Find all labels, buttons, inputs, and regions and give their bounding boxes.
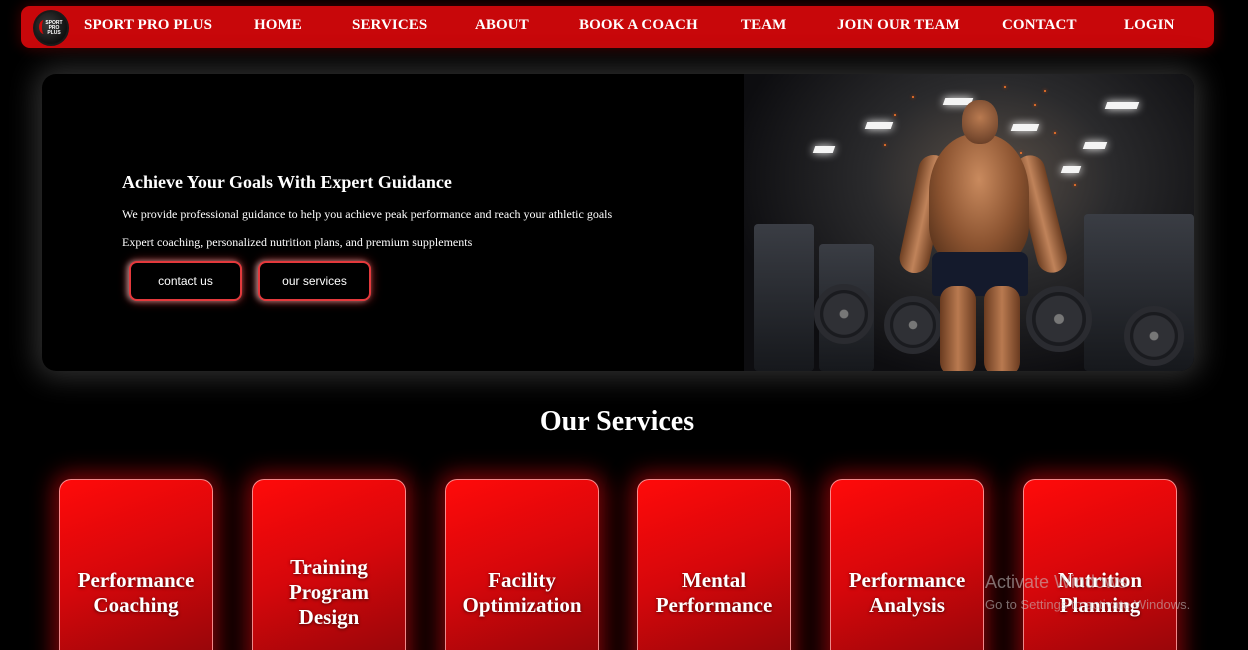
contact-us-button[interactable]: contact us xyxy=(129,261,242,301)
services-heading: Our Services xyxy=(539,406,695,437)
service-card-label: Mental Performance xyxy=(655,568,773,617)
hero-title: Achieve Your Goals With Expert Guidance xyxy=(122,172,452,192)
top-navbar: SPORT PRO PLUS SPORT PRO PLUS HOME SERVI… xyxy=(21,6,1214,48)
activate-windows-title: Activate Windows xyxy=(985,572,1128,592)
nav-login[interactable]: LOGIN xyxy=(1124,17,1175,34)
service-card-nutrition-planning[interactable]: Nutrition Planning xyxy=(1023,479,1177,650)
nav-join-team[interactable]: JOIN OUR TEAM xyxy=(837,17,960,34)
service-card-label: Training Program Design xyxy=(288,555,370,629)
brand-name[interactable]: SPORT PRO PLUS xyxy=(84,17,212,34)
nav-book-coach[interactable]: BOOK A COACH xyxy=(579,17,698,34)
hero-section: Achieve Your Goals With Expert Guidance … xyxy=(42,74,1194,371)
service-card-performance-analysis[interactable]: Performance Analysis xyxy=(830,479,984,650)
hero-athlete-image xyxy=(744,74,1194,371)
hero-subtitle-2: Expert coaching, personalized nutrition … xyxy=(122,235,473,249)
service-card-label: Performance Analysis xyxy=(848,568,966,617)
nav-about[interactable]: ABOUT xyxy=(475,17,529,34)
nav-services[interactable]: SERVICES xyxy=(352,17,427,34)
nav-team[interactable]: TEAM xyxy=(741,17,786,34)
logo-text: SPORT PRO PLUS xyxy=(45,19,63,36)
our-services-button[interactable]: our services xyxy=(258,261,371,301)
service-card-facility-optimization[interactable]: Facility Optimization xyxy=(445,479,599,650)
brand-logo[interactable]: SPORT PRO PLUS xyxy=(33,10,69,46)
service-card-performance-coaching[interactable]: Performance Coaching xyxy=(59,479,213,650)
service-card-label: Facility Optimization xyxy=(462,568,582,617)
nav-home[interactable]: HOME xyxy=(254,17,302,34)
service-card-label: Performance Coaching xyxy=(77,568,195,617)
hero-subtitle-1: We provide professional guidance to help… xyxy=(122,207,613,221)
service-card-training-program-design[interactable]: Training Program Design xyxy=(252,479,406,650)
nav-contact[interactable]: CONTACT xyxy=(1002,17,1077,34)
service-card-mental-performance[interactable]: Mental Performance xyxy=(637,479,791,650)
activate-windows-subtitle: Go to Settings to activate Windows. xyxy=(985,597,1191,612)
